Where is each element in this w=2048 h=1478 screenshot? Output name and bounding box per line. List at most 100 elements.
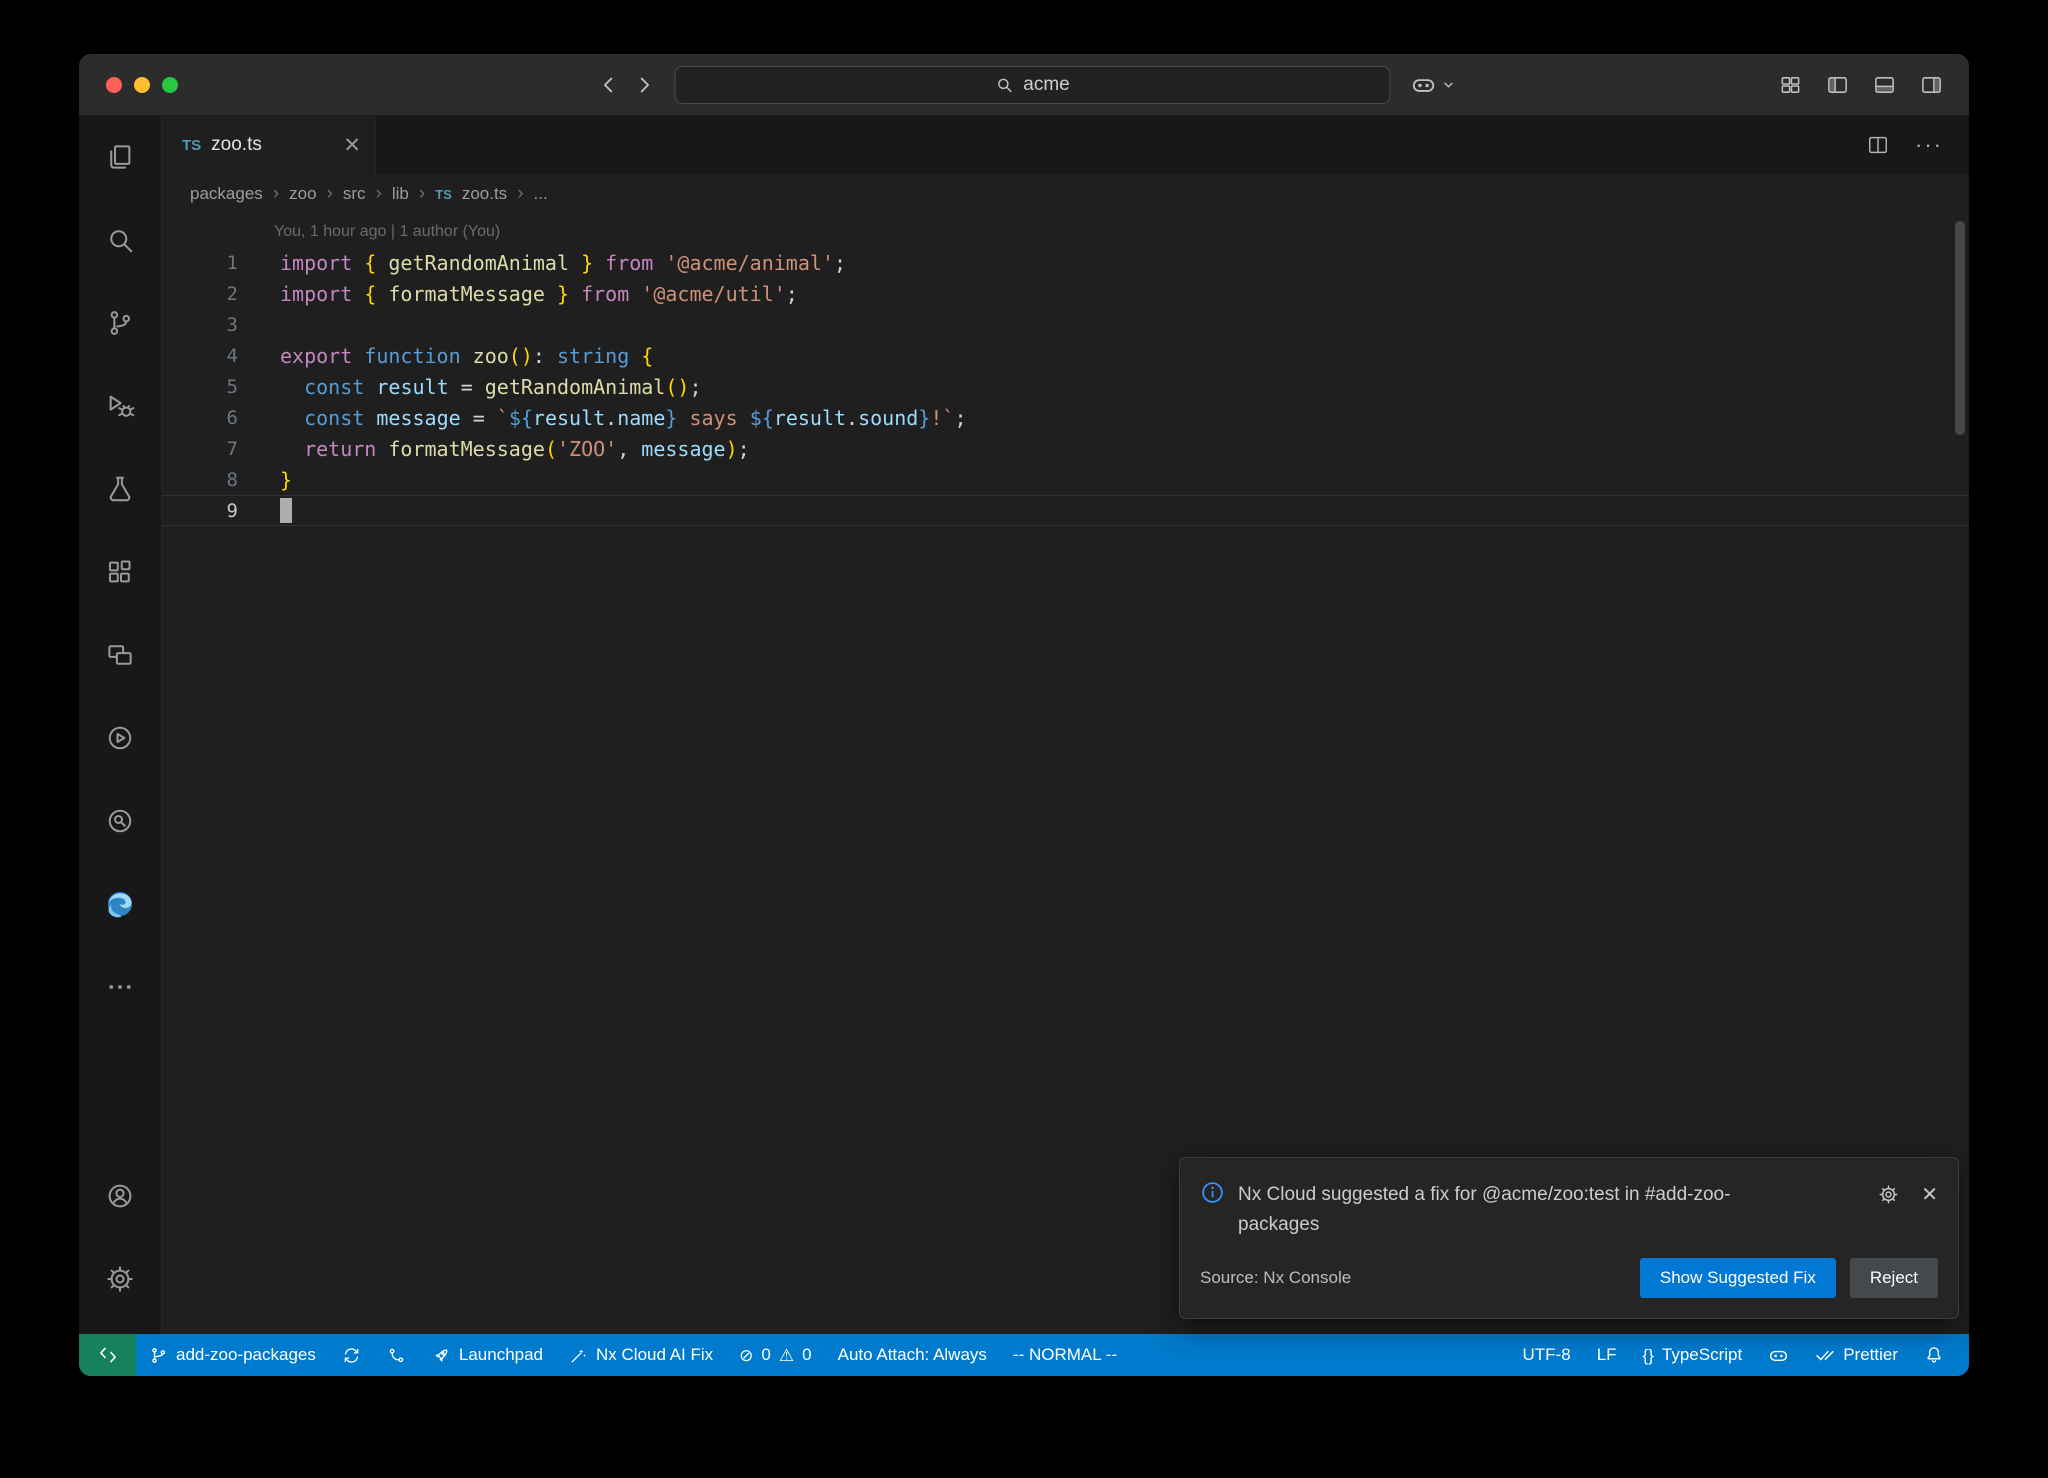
layout-controls	[1779, 73, 1943, 96]
git-sync-button[interactable]	[329, 1334, 374, 1376]
activity-bar-search[interactable]	[79, 198, 161, 281]
code-line[interactable]: 8}	[162, 464, 1969, 495]
customize-layout-icon	[1779, 73, 1802, 96]
gear-icon	[105, 1264, 135, 1294]
code-line[interactable]: 9	[162, 495, 1969, 526]
code-line[interactable]: 7 return formatMessage('ZOO', message);	[162, 433, 1969, 464]
activity-bar-settings[interactable]	[79, 1237, 161, 1320]
tab-zoo-ts[interactable]: TS zoo.ts ✕	[162, 115, 376, 175]
notification-close-button[interactable]: ✕	[1921, 1185, 1938, 1205]
git-branch-status[interactable]: add-zoo-packages	[136, 1334, 329, 1376]
close-window-button[interactable]	[106, 77, 122, 93]
activity-bar-source-control[interactable]	[79, 281, 161, 364]
minimize-window-button[interactable]	[134, 77, 150, 93]
reject-button[interactable]: Reject	[1850, 1258, 1938, 1298]
editor-actions: ···	[1867, 115, 1943, 175]
customize-layout-button[interactable]	[1779, 73, 1802, 96]
notification-controls: ✕	[1878, 1180, 1938, 1205]
code-lines: 1import { getRandomAnimal } from '@acme/…	[162, 247, 1969, 526]
code-line[interactable]: 1import { getRandomAnimal } from '@acme/…	[162, 247, 1969, 278]
activity-bar-remote-explorer[interactable]	[79, 613, 161, 696]
code-line[interactable]: 4export function zoo(): string {	[162, 340, 1969, 371]
main-area: TS zoo.ts ✕ ··· packages › zoo › src ›	[79, 115, 1969, 1334]
breadcrumb-item-packages[interactable]: packages	[190, 184, 263, 204]
vim-mode-status[interactable]: -- NORMAL --	[1000, 1334, 1130, 1376]
remote-explorer-icon	[105, 640, 135, 670]
error-icon: ⊘	[739, 1347, 753, 1364]
search-query-text: acme	[1023, 74, 1069, 96]
remote-indicator-button[interactable]	[79, 1334, 136, 1376]
notification-toast: Nx Cloud suggested a fix for @acme/zoo:t…	[1179, 1157, 1959, 1319]
search-circle-icon	[105, 806, 135, 836]
braces-icon: {}	[1643, 1347, 1654, 1364]
panel-bottom-icon	[1873, 73, 1896, 96]
navigate-forward-button[interactable]	[627, 68, 661, 102]
encoding-label: UTF-8	[1523, 1345, 1571, 1365]
toggle-secondary-sidebar-button[interactable]	[1920, 73, 1943, 96]
chevron-right-icon: ›	[273, 183, 279, 205]
breadcrumb-item-src[interactable]: src	[343, 184, 366, 204]
prettier-status[interactable]: Prettier	[1802, 1334, 1911, 1376]
encoding-status[interactable]: UTF-8	[1510, 1334, 1584, 1376]
tab-close-button[interactable]: ✕	[343, 135, 361, 156]
activity-bar-run-debug[interactable]	[79, 364, 161, 447]
activity-bar-search-tools[interactable]	[79, 779, 161, 862]
line-number: 9	[162, 500, 238, 522]
zoom-window-button[interactable]	[162, 77, 178, 93]
language-mode-status[interactable]: {} TypeScript	[1630, 1334, 1756, 1376]
activity-bar-edge-tools[interactable]	[79, 862, 161, 945]
code-text: const message = `${result.name} says ${r…	[238, 406, 966, 430]
nx-cloud-ai-fix-status[interactable]: Nx Cloud AI Fix	[556, 1334, 726, 1376]
gear-icon	[1878, 1184, 1899, 1205]
breadcrumb-item-zoo[interactable]: zoo	[289, 184, 316, 204]
auto-attach-status[interactable]: Auto Attach: Always	[825, 1334, 1000, 1376]
show-suggested-fix-button[interactable]: Show Suggested Fix	[1640, 1258, 1836, 1298]
editor-scrollbar-thumb[interactable]	[1955, 221, 1965, 435]
vscode-window: acme	[79, 54, 1969, 1376]
eol-status[interactable]: LF	[1584, 1334, 1630, 1376]
copilot-menu-button[interactable]	[1411, 72, 1456, 98]
git-graph-button[interactable]	[374, 1334, 419, 1376]
tab-label: zoo.ts	[211, 134, 262, 156]
code-line[interactable]: 6 const message = `${result.name} says $…	[162, 402, 1969, 433]
breadcrumb-item-lib[interactable]: lib	[392, 184, 409, 204]
code-line[interactable]: 5 const result = getRandomAnimal();	[162, 371, 1969, 402]
navigate-back-button[interactable]	[593, 68, 627, 102]
code-line[interactable]: 3	[162, 309, 1969, 340]
tab-bar: TS zoo.ts ✕ ···	[162, 115, 1969, 175]
notifications-bell-button[interactable]	[1911, 1334, 1957, 1376]
split-editor-icon	[1867, 134, 1889, 156]
code-text: export function zoo(): string {	[238, 344, 653, 368]
launchpad-status[interactable]: Launchpad	[419, 1334, 556, 1376]
rocket-icon	[432, 1346, 451, 1365]
branch-name: add-zoo-packages	[176, 1345, 316, 1365]
activity-bar-account[interactable]	[79, 1154, 161, 1237]
command-center-search[interactable]: acme	[675, 66, 1391, 104]
chevron-right-icon: ›	[419, 183, 425, 205]
activity-bar-explorer[interactable]	[79, 115, 161, 198]
notification-buttons: Show Suggested Fix Reject	[1640, 1258, 1938, 1298]
split-editor-button[interactable]	[1867, 134, 1889, 156]
line-number: 1	[162, 252, 238, 274]
activity-bar-more[interactable]	[79, 945, 161, 1028]
toggle-primary-sidebar-button[interactable]	[1826, 73, 1849, 96]
command-center: acme	[593, 66, 1456, 104]
breadcrumb-more[interactable]: ...	[534, 184, 548, 204]
sidebar-left-icon	[1826, 73, 1849, 96]
activity-bar-testing[interactable]	[79, 447, 161, 530]
activity-bar-extensions[interactable]	[79, 530, 161, 613]
notification-settings-button[interactable]	[1878, 1184, 1899, 1205]
activity-bar-run-tools[interactable]	[79, 696, 161, 779]
copilot-status[interactable]	[1755, 1334, 1802, 1376]
code-line[interactable]: 2import { formatMessage } from '@acme/ut…	[162, 278, 1969, 309]
breadcrumb-item-file[interactable]: zoo.ts	[462, 184, 507, 204]
code-text	[238, 498, 292, 523]
problems-status[interactable]: ⊘ 0 ⚠ 0	[726, 1334, 824, 1376]
more-actions-button[interactable]: ···	[1915, 132, 1943, 158]
search-icon	[995, 76, 1013, 94]
toggle-panel-button[interactable]	[1873, 73, 1896, 96]
status-bar-right: UTF-8 LF {} TypeScript Prettier	[1510, 1334, 1969, 1376]
line-number: 4	[162, 345, 238, 367]
status-bar-left: add-zoo-packages Launchpad Nx Cloud AI F…	[79, 1334, 1130, 1376]
typescript-file-icon: TS	[182, 137, 201, 154]
